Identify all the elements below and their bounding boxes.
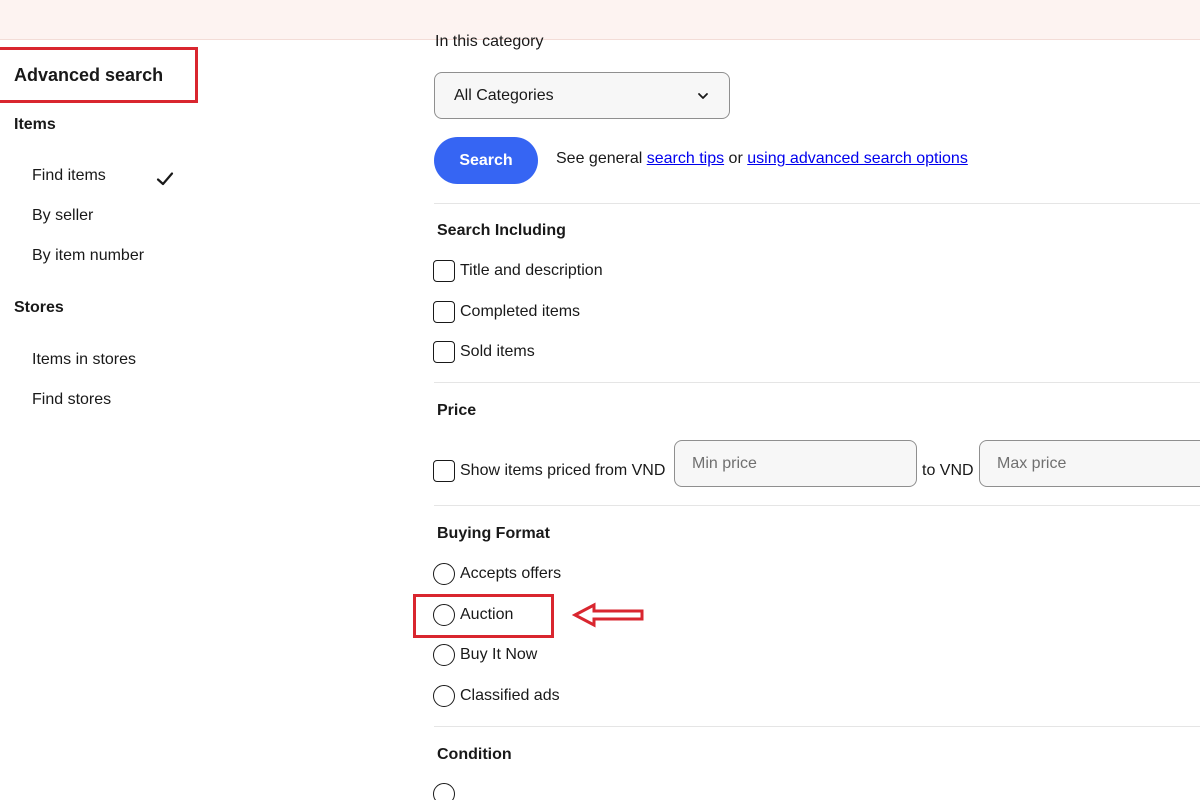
left-arrow-icon bbox=[572, 602, 644, 628]
category-label: In this category bbox=[435, 33, 544, 50]
radio-button[interactable] bbox=[433, 604, 455, 626]
price-heading: Price bbox=[437, 402, 477, 419]
sidebar-section-items: Items bbox=[14, 116, 56, 133]
divider bbox=[434, 203, 1200, 204]
checkbox[interactable] bbox=[433, 260, 455, 282]
divider bbox=[434, 505, 1200, 506]
sidebar-item-find-stores[interactable]: Find stores bbox=[32, 391, 111, 409]
sidebar: Advanced search Items Find items By sell… bbox=[0, 40, 300, 800]
option-price-range[interactable]: Show items priced from VND bbox=[433, 460, 665, 482]
option-buy-it-now[interactable]: Buy It Now bbox=[433, 644, 537, 666]
top-banner bbox=[0, 0, 1200, 40]
search-tips-text: See general search tips or using advance… bbox=[556, 150, 968, 168]
divider bbox=[434, 382, 1200, 383]
chevron-down-icon bbox=[698, 92, 708, 99]
search-tips-link[interactable]: search tips bbox=[647, 150, 724, 167]
checkmark-icon bbox=[156, 172, 174, 186]
option-label: Completed items bbox=[460, 303, 581, 320]
tips-prefix: See general bbox=[556, 150, 647, 167]
max-price-input[interactable] bbox=[979, 440, 1200, 487]
category-select[interactable]: All Categories bbox=[434, 72, 730, 119]
sidebar-section-stores: Stores bbox=[14, 299, 64, 316]
option-label: Classified ads bbox=[460, 687, 560, 704]
option-auction[interactable]: Auction bbox=[433, 604, 513, 626]
option-label: Buy It Now bbox=[460, 646, 538, 663]
category-select-value: All Categories bbox=[454, 86, 554, 104]
option-label: Title and description bbox=[460, 262, 603, 279]
sidebar-item-items-in-stores[interactable]: Items in stores bbox=[32, 351, 136, 369]
advanced-search-options-link[interactable]: using advanced search options bbox=[747, 150, 968, 167]
page-title: Advanced search bbox=[14, 65, 164, 85]
radio-button[interactable] bbox=[433, 685, 455, 707]
option-label: Auction bbox=[460, 606, 514, 623]
option-accepts-offers[interactable]: Accepts offers bbox=[433, 563, 561, 585]
checkbox[interactable] bbox=[433, 341, 455, 363]
divider bbox=[434, 726, 1200, 727]
min-price-input[interactable] bbox=[674, 440, 917, 487]
radio-button[interactable] bbox=[433, 783, 455, 800]
to-vnd-label: to VND bbox=[922, 462, 974, 479]
sidebar-item-find-items[interactable]: Find items bbox=[32, 167, 106, 185]
sidebar-item-by-item-number[interactable]: By item number bbox=[32, 247, 144, 265]
search-including-heading: Search Including bbox=[437, 222, 566, 239]
option-completed-items[interactable]: Completed items bbox=[433, 301, 580, 323]
option-condition-partial[interactable] bbox=[433, 783, 460, 800]
option-label: Sold items bbox=[460, 343, 535, 360]
price-range-label: Show items priced from VND bbox=[460, 462, 666, 479]
option-title-and-description[interactable]: Title and description bbox=[433, 260, 603, 282]
option-sold-items[interactable]: Sold items bbox=[433, 341, 535, 363]
tips-middle: or bbox=[724, 150, 748, 167]
checkbox[interactable] bbox=[433, 460, 455, 482]
option-classified-ads[interactable]: Classified ads bbox=[433, 685, 560, 707]
radio-button[interactable] bbox=[433, 644, 455, 666]
sidebar-item-by-seller[interactable]: By seller bbox=[32, 207, 93, 225]
option-label: Accepts offers bbox=[460, 565, 562, 582]
condition-heading: Condition bbox=[437, 746, 512, 763]
buying-format-heading: Buying Format bbox=[437, 525, 550, 542]
radio-button[interactable] bbox=[433, 563, 455, 585]
search-button[interactable]: Search bbox=[434, 137, 538, 184]
checkbox[interactable] bbox=[433, 301, 455, 323]
